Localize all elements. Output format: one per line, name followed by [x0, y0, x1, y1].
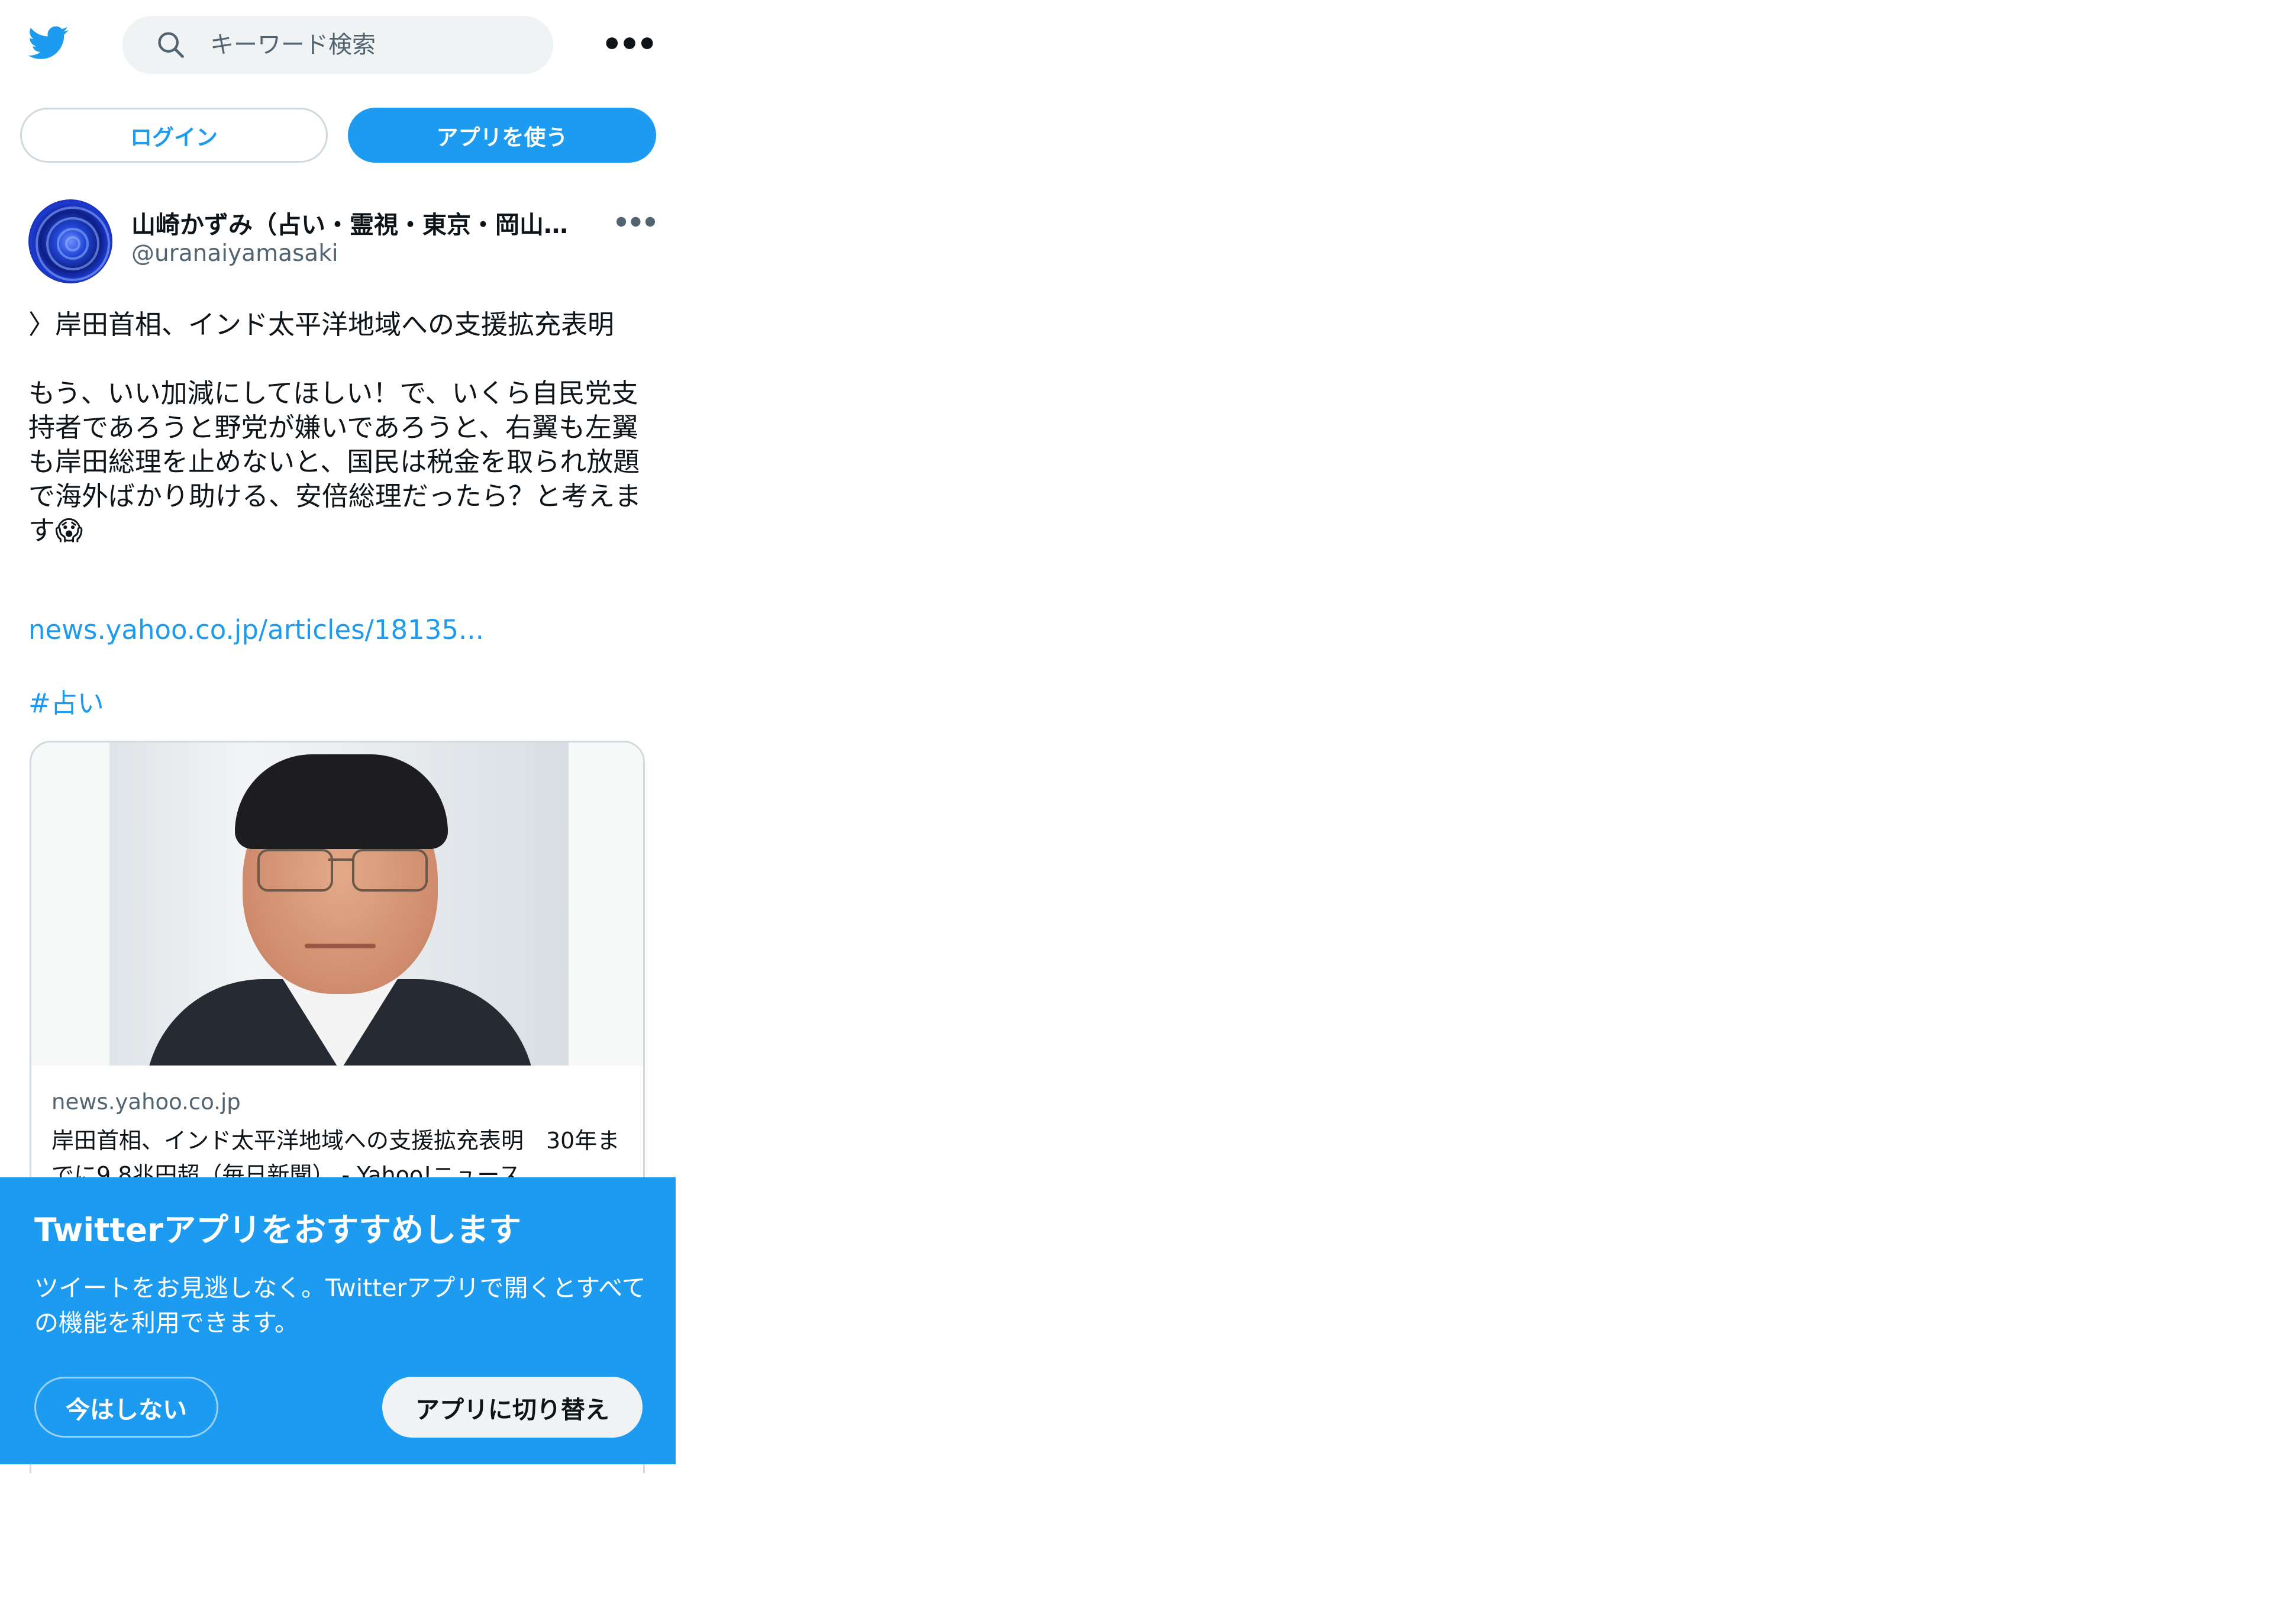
tweet-link[interactable]: news.yahoo.co.jp/articles/18135...	[28, 614, 484, 645]
app-promo-banner: Twitterアプリをおすすめします ツイートをお見逃しなく。Twitterアプ…	[0, 1177, 676, 1464]
author-handle[interactable]: @uranaiyamasaki	[131, 240, 338, 267]
card-domain: news.yahoo.co.jp	[51, 1089, 241, 1115]
promo-title: Twitterアプリをおすすめします	[34, 1211, 522, 1249]
tweet-text: 〉岸田首相、インド太平洋地域への支援拡充表明 もう、いい加減にしてほしい！で、い…	[28, 309, 641, 546]
search-icon	[158, 32, 184, 58]
login-button[interactable]: ログイン	[20, 108, 328, 163]
author-name[interactable]: 山崎かずみ（占い・霊視・東京・岡山…	[131, 205, 581, 238]
not-now-button[interactable]: 今はしない	[34, 1377, 218, 1438]
switch-to-app-button[interactable]: アプリに切り替え	[382, 1377, 643, 1438]
promo-description: ツイートをお見逃しなく。Twitterアプリで開くとすべての機能を利用できます。	[34, 1274, 646, 1337]
use-app-button[interactable]: アプリを使う	[348, 108, 656, 163]
twitter-bird-icon[interactable]	[27, 22, 71, 63]
card-image-area	[31, 742, 643, 1066]
tweet-more-icon[interactable]: •••	[612, 206, 658, 238]
hashtag-link[interactable]: #占い	[28, 682, 104, 720]
search-input[interactable]	[209, 27, 519, 63]
avatar[interactable]	[28, 199, 112, 283]
card-thumbnail-image	[109, 742, 569, 1066]
search-bar[interactable]	[122, 16, 553, 74]
app-root: ••• ログイン アプリを使う 山崎かずみ（占い・霊視・東京・岡山… @uran…	[0, 0, 676, 1473]
more-menu-icon[interactable]: •••	[601, 25, 657, 64]
